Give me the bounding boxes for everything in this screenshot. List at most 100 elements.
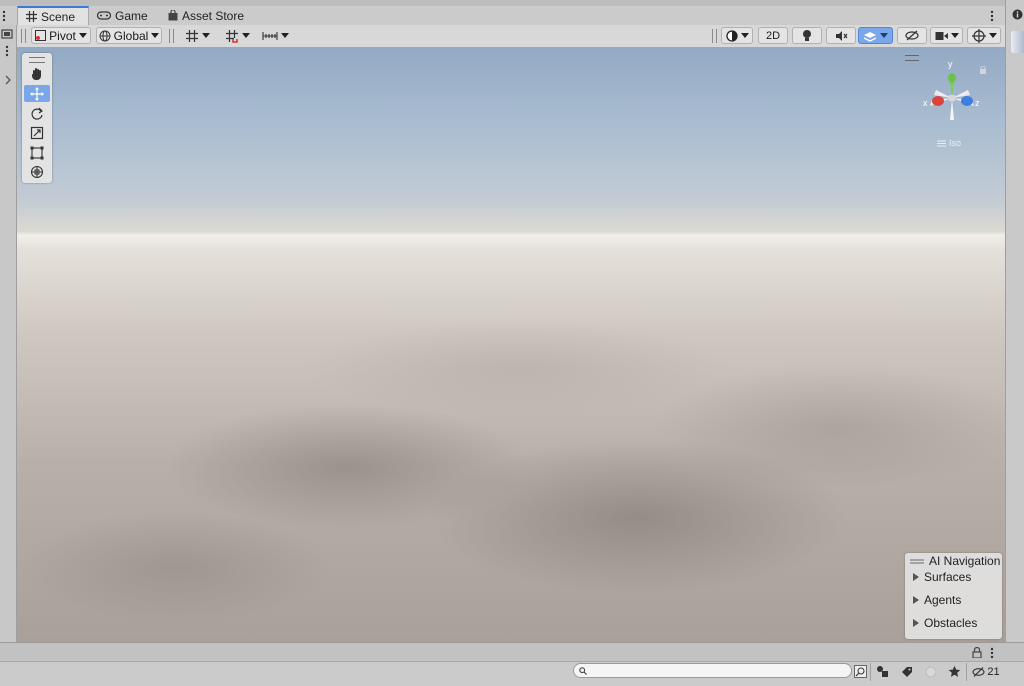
search-field[interactable] [573,663,852,678]
label-tag-button[interactable] [898,663,915,680]
scene-panel-menu-icon[interactable] [990,10,994,22]
effects-dropdown[interactable] [858,27,893,44]
tab-scene[interactable]: Scene [17,6,89,25]
gizmo-drag-handle[interactable] [905,55,919,61]
gizmo-z-label: z [975,98,980,108]
increment-snap-button[interactable] [219,27,255,44]
tab-asset-store[interactable]: Asset Store [160,6,252,25]
hidden-count: 21 [987,665,1000,678]
move-tool-button[interactable] [24,85,50,102]
lighting-toggle-button[interactable] [792,27,822,44]
grid-icon [26,11,37,22]
menu-lines-icon [937,140,946,146]
scene-viewport[interactable] [17,47,1005,642]
bottom-lock-icon[interactable] [972,646,982,659]
sphere-shading-icon [725,29,738,42]
star-icon [948,665,961,677]
left-menu-icon[interactable] [5,45,9,57]
circle-disabled-icon [925,666,936,677]
projection-toggle[interactable]: Iso [937,138,961,148]
tab-bar-menu-icon[interactable] [2,10,6,22]
layers-effects-icon [863,31,877,42]
filter-by-label-button[interactable] [874,663,891,680]
expand-triangle-icon [913,619,919,627]
globe-icon [99,30,111,41]
disabled-status-button [922,663,939,680]
eye-slash-icon [905,30,919,41]
expand-chevron-icon[interactable] [4,74,12,86]
gizmo-x-label: x [923,98,928,108]
chevron-down-icon [78,33,87,38]
hidden-packages-toggle[interactable]: 21 [970,663,1002,680]
chevron-down-icon [740,33,749,38]
audio-toggle-button[interactable] [826,27,856,44]
chevron-down-icon [151,33,160,38]
chevron-down-icon [988,33,997,38]
rect-tool-button[interactable] [24,144,50,161]
rotate-tool-button[interactable] [24,105,50,122]
hand-tool-button[interactable] [24,65,50,82]
ai-nav-item-label: Obstacles [924,616,978,630]
tools-overlay [22,53,52,183]
tab-scene-label: Scene [41,9,76,24]
expand-triangle-icon [913,596,919,604]
overlay-drag-handle[interactable] [29,57,45,63]
shading-mode-dropdown[interactable] [721,27,753,44]
search-input[interactable] [590,665,840,676]
lightbulb-icon [803,30,811,41]
expand-triangle-icon [913,573,919,581]
chevron-down-icon [201,33,210,38]
projection-label: Iso [949,138,962,148]
eye-slash-icon [972,666,985,677]
global-dropdown[interactable]: Global [96,27,162,44]
camera-dropdown[interactable] [930,27,963,44]
speaker-muted-icon [835,30,847,41]
ai-nav-item-label: Agents [924,593,962,607]
favorites-button[interactable] [946,663,963,680]
ai-nav-item-agents[interactable]: Agents [913,593,961,607]
pivot-icon [35,30,47,41]
orientation-gizmo[interactable] [918,60,986,128]
pivot-dropdown[interactable]: Pivot [31,27,91,44]
search-type-icon [854,665,867,678]
ruler-icon [261,31,278,40]
hand-icon [32,67,41,80]
ai-nav-item-label: Surfaces [924,570,972,584]
toolbar-grip[interactable] [712,29,717,43]
search-by-type-button[interactable] [852,663,869,680]
pivot-label: Pivot [49,28,76,43]
tag-icon [901,666,912,677]
drag-handle-icon [910,559,924,563]
tab-asset-store-label: Asset Store [182,8,245,23]
2d-toggle-button[interactable]: 2D [758,27,788,44]
store-bag-icon [168,10,178,21]
ai-navigation-overlay: AI Navigation Surfaces Agents Obstacles [905,553,1002,639]
global-label: Global [113,28,149,43]
ai-nav-item-obstacles[interactable]: Obstacles [913,616,977,630]
toolbar-grip[interactable] [21,29,26,43]
scale-tool-button[interactable] [24,124,50,141]
ai-nav-item-surfaces[interactable]: Surfaces [913,570,971,584]
inspector-thumbnail [1011,31,1024,53]
scale-icon [30,126,44,139]
ai-navigation-header[interactable]: AI Navigation [910,554,1000,568]
left-panel-strip [0,25,17,642]
rotate-icon [31,107,43,120]
grid-snap-button[interactable] [179,27,215,44]
search-icon [579,666,587,675]
hidden-objects-toggle-button[interactable] [897,27,927,44]
gizmos-dropdown[interactable] [967,27,1001,44]
ai-navigation-title: AI Navigation [929,554,1001,568]
transform-icon [30,165,44,178]
info-icon[interactable] [1012,9,1023,20]
bottom-menu-icon[interactable] [990,647,994,659]
transform-tool-button[interactable] [24,163,50,180]
grid-visibility-button[interactable] [258,27,292,44]
2d-label: 2D [765,29,781,42]
toolbar-grip[interactable] [169,29,174,43]
scene-toolbar: Pivot Global 2D [17,25,1005,48]
tab-game[interactable]: Game [89,6,156,25]
panel-lock-icon[interactable] [1,28,13,39]
right-panel-strip [1005,0,1024,642]
camera-icon [935,31,948,40]
